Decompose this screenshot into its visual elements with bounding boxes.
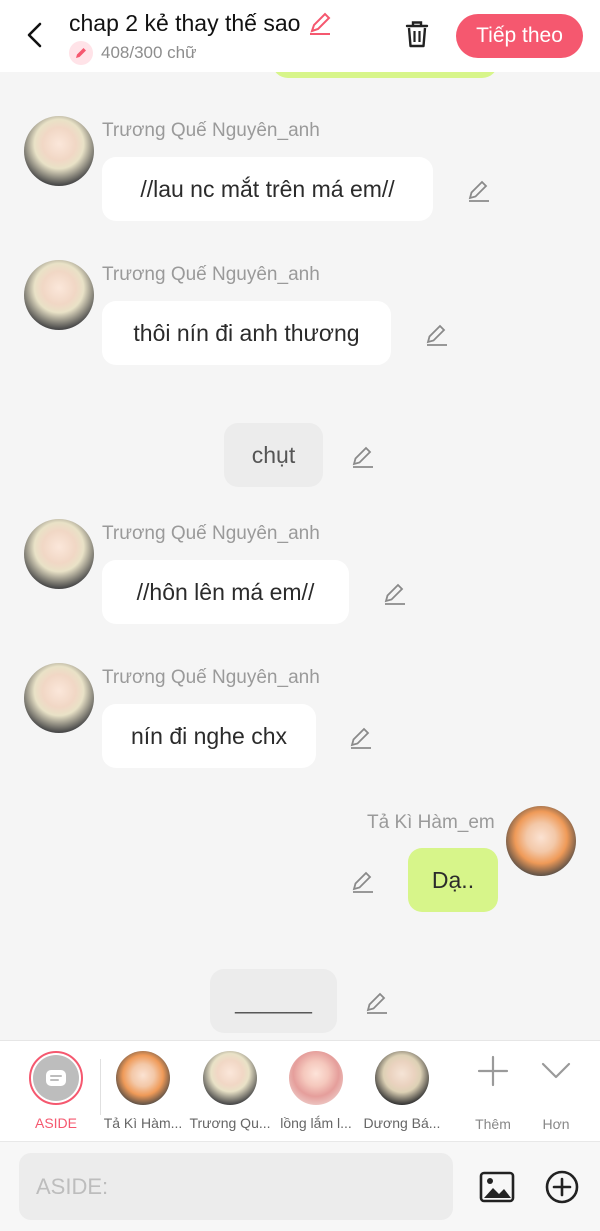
character-selector: ASIDE Tả Kì Hàm... Trương Qu... lồng lắm… (0, 1040, 600, 1141)
character-name: ASIDE (34, 1115, 77, 1131)
story-title[interactable]: chap 2 kẻ thay thế sao (69, 9, 334, 37)
story-title-text: chap 2 kẻ thay thế sao (69, 9, 301, 36)
aside-bubble[interactable]: chụt (224, 423, 323, 487)
word-count-text: 408/300 chữ (101, 43, 197, 62)
chat-area[interactable]: Trương Quế Nguyên_anh //lau nc mắt trên … (0, 72, 600, 1040)
next-button[interactable]: Tiếp theo (456, 14, 583, 58)
edit-message-icon[interactable] (424, 321, 450, 347)
edit-message-icon[interactable] (350, 868, 376, 894)
word-count: 408/300 chữ (69, 41, 197, 65)
sender-name: Tả Kì Hàm_em (367, 812, 495, 833)
top-bar: chap 2 kẻ thay thế sao 408/300 chữ Tiếp … (0, 0, 600, 72)
character-name: lồng lắm l... (280, 1115, 352, 1131)
expand-label: Hơn (542, 1116, 570, 1132)
character-item[interactable]: Tả Kì Hàm... (97, 1051, 189, 1131)
character-avatar (203, 1051, 257, 1105)
edit-title-icon[interactable] (306, 9, 334, 37)
character-name: Trương Qu... (189, 1115, 271, 1131)
edit-message-icon[interactable] (364, 989, 390, 1015)
add-character-button[interactable]: Thêm (463, 1051, 523, 1132)
message-bubble[interactable]: thôi nín đi anh thương (102, 301, 391, 365)
back-button[interactable] (18, 18, 52, 52)
add-circle-icon[interactable] (543, 1168, 581, 1206)
sender-name: Trương Quế Nguyên_anh (102, 667, 320, 688)
composer (0, 1141, 600, 1231)
character-item[interactable]: Trương Qu... (184, 1051, 276, 1131)
character-name: Dương Bá... (363, 1115, 441, 1131)
character-aside[interactable]: ASIDE (10, 1051, 102, 1131)
more-label: Thêm (475, 1116, 511, 1132)
sender-name: Trương Quế Nguyên_anh (102, 523, 320, 544)
trash-icon[interactable] (400, 17, 434, 51)
plus-icon (477, 1055, 509, 1087)
sender-name: Trương Quế Nguyên_anh (102, 120, 320, 141)
avatar[interactable] (24, 116, 94, 186)
message-bubble[interactable]: nín đi nghe chx (102, 704, 316, 768)
edit-message-icon[interactable] (382, 580, 408, 606)
avatar[interactable] (24, 260, 94, 330)
previous-message-bubble[interactable] (272, 72, 498, 78)
image-icon[interactable] (478, 1168, 516, 1206)
message-bubble[interactable]: //lau nc mắt trên má em// (102, 157, 433, 221)
message-bubble[interactable]: Dạ.. (408, 848, 498, 912)
character-avatar (289, 1051, 343, 1105)
avatar[interactable] (24, 519, 94, 589)
avatar[interactable] (506, 806, 576, 876)
avatar[interactable] (24, 663, 94, 733)
character-avatar (116, 1051, 170, 1105)
character-avatar (375, 1051, 429, 1105)
pencil-icon (69, 41, 93, 65)
chevron-left-icon (27, 22, 42, 48)
message-bubble[interactable]: //hôn lên má em// (102, 560, 349, 624)
character-item[interactable]: lồng lắm l... (270, 1051, 362, 1131)
edit-message-icon[interactable] (466, 177, 492, 203)
sender-name: Trương Quế Nguyên_anh (102, 264, 320, 285)
expand-characters-button[interactable]: Hơn (526, 1051, 586, 1132)
aside-bubble[interactable]: ______ (210, 969, 337, 1033)
aside-avatar (29, 1051, 83, 1105)
aside-chat-icon (33, 1055, 79, 1101)
chevron-down-icon (541, 1062, 571, 1079)
character-name: Tả Kì Hàm... (103, 1115, 183, 1131)
character-item[interactable]: Dương Bá... (356, 1051, 448, 1131)
edit-message-icon[interactable] (350, 443, 376, 469)
message-input[interactable] (19, 1153, 453, 1220)
edit-message-icon[interactable] (348, 724, 374, 750)
